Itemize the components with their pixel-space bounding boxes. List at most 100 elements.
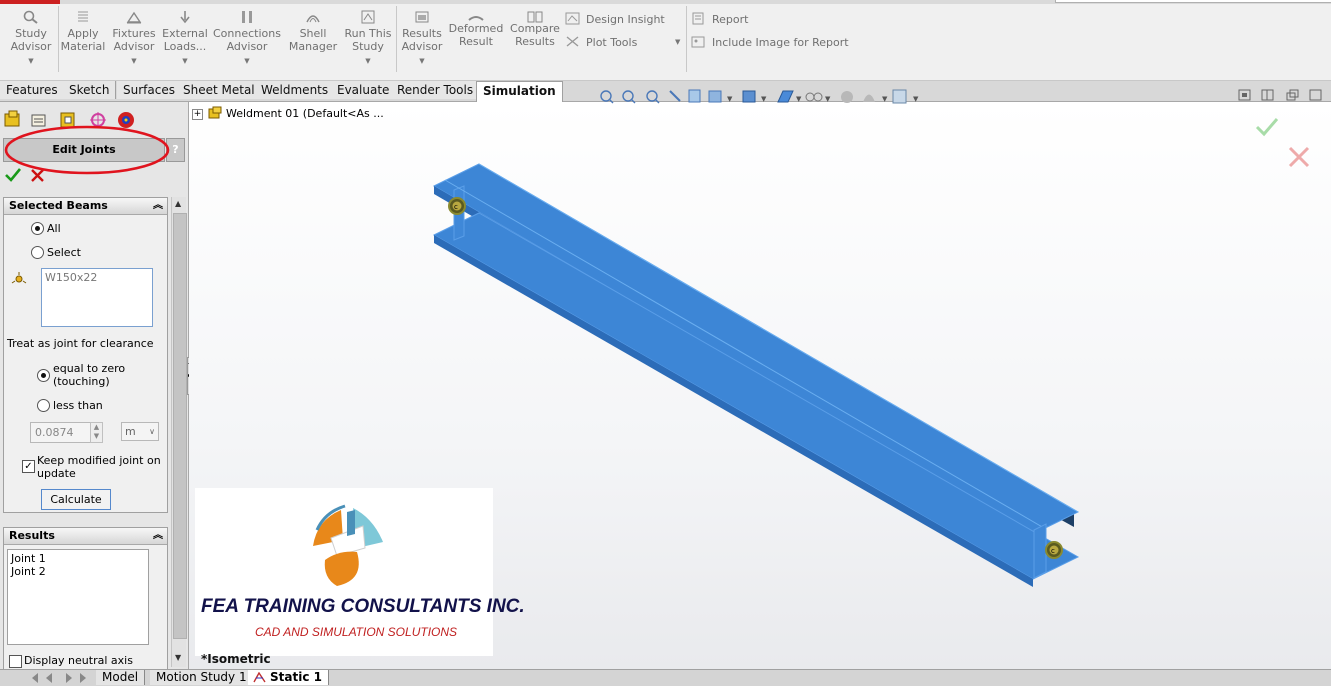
beam-top-flange	[432, 163, 1080, 535]
tab-model[interactable]: Model	[96, 670, 146, 685]
result-joint-item[interactable]: Joint 1	[11, 552, 145, 565]
search-box-edge	[1055, 0, 1331, 3]
dropdown-arrow-icon[interactable]: ▼	[160, 55, 210, 68]
run-icon	[361, 10, 375, 24]
scroll-up-icon[interactable]: ▲	[175, 199, 181, 208]
collapse-chevron-icon[interactable]: ︽	[153, 528, 163, 544]
unit-select[interactable]: m ∨	[121, 422, 159, 441]
run-this-study-button[interactable]: Run This Study ▼	[342, 8, 394, 68]
display-neutral-axis-label: Display neutral axis	[24, 654, 133, 667]
keep-modified-label: Keep modified joint on update	[37, 454, 161, 480]
tab-static-1[interactable]: Static 1	[248, 670, 329, 685]
all-radio[interactable]	[31, 222, 44, 235]
shell-manager-button[interactable]: Shell Manager	[288, 8, 338, 53]
fixture-icon	[126, 11, 142, 24]
connections-advisor-label: Connections Advisor	[213, 27, 281, 53]
calculate-button[interactable]: Calculate	[41, 489, 111, 510]
panel-scrollbar[interactable]: ▲ ▼	[171, 197, 187, 667]
tab-weldments[interactable]: Weldments	[255, 81, 336, 99]
beam-selection-list[interactable]: W150x22	[41, 268, 153, 327]
shell-icon	[306, 15, 320, 23]
shell-manager-label: Shell Manager	[288, 27, 338, 53]
unit-select-value: m	[125, 425, 136, 438]
display-neutral-axis-checkbox[interactable]	[9, 655, 22, 668]
result-joint-item[interactable]: Joint 2	[11, 565, 145, 578]
property-manager-panel: Edit Joints ? Selected Beams ︽ All Selec…	[0, 102, 195, 671]
tab-evaluate[interactable]: Evaluate	[331, 81, 397, 99]
logo-title: FEA TRAINING CONSULTANTS INC.	[201, 596, 525, 617]
equal-to-zero-radio[interactable]	[37, 369, 50, 382]
beam-list-item[interactable]: W150x22	[42, 269, 152, 286]
less-than-radio[interactable]	[37, 399, 50, 412]
deformed-result-button[interactable]: Deformed Result	[448, 16, 504, 48]
fixtures-advisor-label: Fixtures Advisor	[112, 27, 156, 53]
dropdown-arrow-icon[interactable]: ▼	[212, 55, 282, 68]
connections-advisor-button[interactable]: Connections Advisor ▼	[212, 8, 282, 68]
material-icon	[78, 11, 88, 22]
joint-marker[interactable]: c	[1045, 541, 1063, 559]
clearance-value-input[interactable]: 0.0874	[30, 422, 92, 443]
beam-selection-icon	[11, 272, 27, 284]
viewport-window-controls[interactable]	[1237, 88, 1327, 102]
tab-motion-study-1[interactable]: Motion Study 1	[150, 670, 254, 685]
external-loads-button[interactable]: External Loads... ▼	[160, 8, 210, 68]
plot-tools-button[interactable]: Plot Tools ▼	[565, 35, 680, 50]
study-advisor-button[interactable]: Study Advisor ▼	[10, 8, 52, 68]
tab-surfaces[interactable]: Surfaces	[117, 81, 182, 99]
apply-material-button[interactable]: Apply Material	[60, 8, 106, 53]
fixtures-advisor-button[interactable]: Fixtures Advisor ▼	[110, 8, 158, 68]
logo-subtitle: CAD AND SIMULATION SOLUTIONS	[255, 625, 458, 639]
tab-sheet-metal[interactable]: Sheet Metal	[177, 81, 262, 99]
joint-marker[interactable]: c	[448, 197, 466, 215]
logo-emblem	[313, 504, 383, 586]
deformed-icon	[468, 16, 484, 21]
beam-bottom-flange	[432, 212, 1080, 580]
less-than-label: less than	[53, 399, 103, 412]
study-tabs-bar: Model Motion Study 1 Static 1	[0, 669, 1331, 686]
selected-beams-header[interactable]: Selected Beams ︽	[4, 198, 167, 215]
plot-tools-icon	[566, 36, 579, 47]
ribbon-separator	[58, 6, 59, 72]
report-button[interactable]: Report	[691, 12, 748, 27]
include-image-label: Include Image for Report	[712, 36, 849, 49]
collapse-chevron-icon[interactable]: ︽	[153, 198, 163, 214]
external-loads-label: External Loads...	[162, 27, 208, 53]
tab-sketch[interactable]: Sketch	[63, 81, 117, 99]
panel-scroll-thumb[interactable]	[173, 213, 187, 639]
dropdown-arrow-icon[interactable]: ▼	[675, 35, 680, 49]
static-study-icon	[253, 672, 266, 683]
compare-results-button[interactable]: Compare Results	[508, 11, 562, 48]
joint-label: c	[454, 203, 458, 211]
keep-modified-checkbox[interactable]: ✓	[22, 460, 35, 473]
tab-scroll-arrows-icon[interactable]	[30, 672, 90, 684]
results-group: Results ︽ Joint 1 Joint 2 Display neutra…	[3, 527, 168, 671]
compare-icon	[527, 11, 543, 23]
results-advisor-button[interactable]: Results Advisor ▼	[398, 8, 446, 68]
design-insight-button[interactable]: Design Insight	[565, 12, 665, 27]
loads-icon	[180, 11, 190, 24]
tab-render-tools[interactable]: Render Tools	[391, 81, 481, 99]
treat-as-joint-label: Treat as joint for clearance	[7, 337, 154, 350]
dropdown-arrow-icon[interactable]: ▼	[398, 55, 446, 68]
results-header[interactable]: Results ︽	[4, 528, 167, 545]
results-advisor-label: Results Advisor	[401, 27, 443, 53]
dropdown-arrow-icon[interactable]: ▼	[10, 55, 52, 68]
tab-simulation[interactable]: Simulation	[476, 81, 563, 102]
scroll-down-icon[interactable]: ▼	[175, 653, 181, 662]
select-radio[interactable]	[31, 246, 44, 259]
report-icon	[692, 12, 704, 25]
value-spinner-icon[interactable]: ▲ ▼	[90, 422, 103, 443]
graphics-area[interactable]: + Weldment 01 (Default<As ... ▼ ▼ ▼ ▼ ▼	[189, 89, 1331, 669]
beam-end-web-far	[1033, 523, 1047, 579]
ribbon-separator	[396, 6, 397, 72]
tab-features[interactable]: Features	[0, 81, 65, 99]
results-header-label: Results	[9, 529, 55, 542]
chevron-down-icon: ∨	[149, 427, 155, 436]
include-image-button[interactable]: Include Image for Report	[691, 35, 849, 50]
study-advisor-icon	[23, 10, 38, 24]
apply-material-label: Apply Material	[60, 27, 106, 53]
ribbon-separator	[686, 6, 687, 72]
view-orientation-label: *Isometric	[201, 652, 271, 666]
dropdown-arrow-icon[interactable]: ▼	[342, 55, 394, 68]
dropdown-arrow-icon[interactable]: ▼	[110, 55, 158, 68]
